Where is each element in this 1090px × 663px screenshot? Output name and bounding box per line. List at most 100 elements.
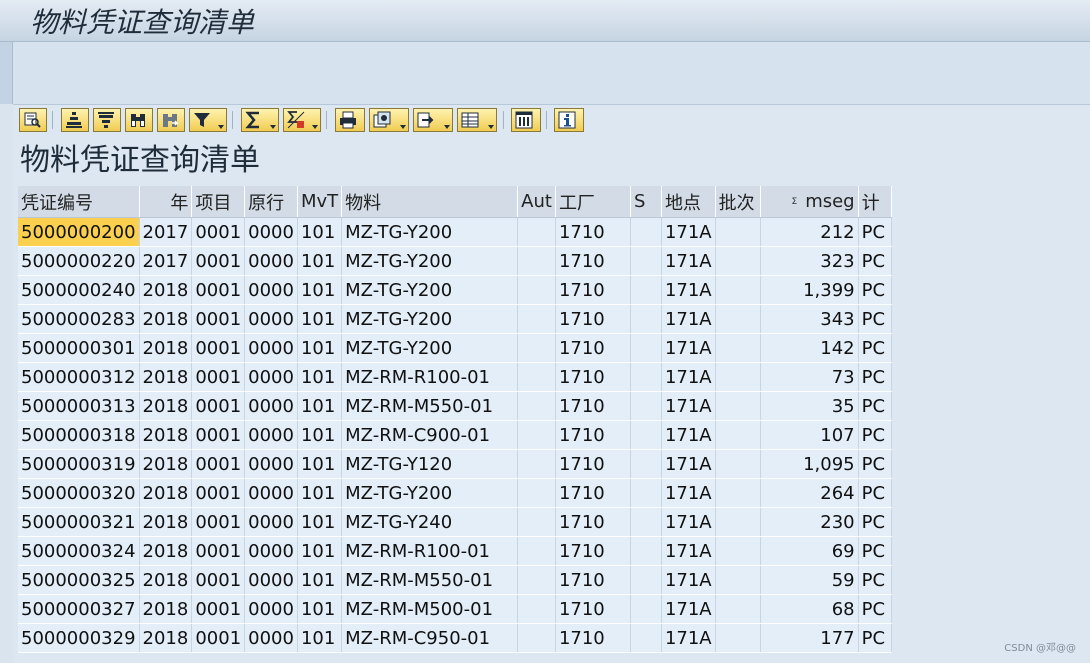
cell-item[interactable]: 0001 [191, 623, 246, 653]
cell-movement-type[interactable]: 101 [297, 565, 343, 595]
cell-original-line[interactable]: 0000 [244, 333, 298, 363]
cell-unit[interactable]: PC [858, 246, 892, 276]
cell-location[interactable]: 171A [661, 594, 716, 624]
table-row[interactable]: 5000000319 2018 0001 0000 101 MZ-TG-Y120 1710 1… [18, 449, 892, 479]
cell-plant[interactable]: 1710 [555, 536, 631, 566]
cell-year[interactable]: 2018 [139, 333, 193, 363]
info-button[interactable] [554, 108, 584, 132]
cell-year[interactable]: 2018 [139, 594, 193, 624]
cell-plant[interactable]: 1710 [555, 362, 631, 392]
details-button[interactable] [19, 108, 47, 132]
cell-material[interactable]: MZ-RM-C950-01 [341, 623, 519, 653]
cell-material[interactable]: MZ-TG-Y200 [341, 333, 519, 363]
cell-batch[interactable] [715, 594, 761, 624]
cell-movement-type[interactable]: 101 [297, 362, 343, 392]
cell-original-line[interactable]: 0000 [244, 623, 298, 653]
cell-original-line[interactable]: 0000 [244, 304, 298, 334]
table-row[interactable]: 5000000200 2017 0001 0000 101 MZ-TG-Y200 1710 1… [18, 217, 892, 247]
cell-year[interactable]: 2018 [139, 275, 193, 305]
cell-unit[interactable]: PC [858, 420, 892, 450]
cell-s[interactable] [630, 594, 662, 624]
table-row[interactable]: 5000000318 2018 0001 0000 101 MZ-RM-C900-01 17… [18, 420, 892, 450]
column-header-document-number[interactable]: 凭证编号 [18, 186, 140, 218]
filter-button[interactable] [189, 108, 227, 132]
cell-plant[interactable]: 1710 [555, 594, 631, 624]
table-row[interactable]: 5000000283 2018 0001 0000 101 MZ-TG-Y200 1710 1… [18, 304, 892, 334]
cell-original-line[interactable]: 0000 [244, 391, 298, 421]
cell-material[interactable]: MZ-TG-Y200 [341, 246, 519, 276]
table-row[interactable]: 5000000325 2018 0001 0000 101 MZ-RM-M550-01 17… [18, 565, 892, 595]
cell-mseg[interactable]: 68 [760, 594, 859, 624]
cell-item[interactable]: 0001 [191, 275, 246, 305]
cell-batch[interactable] [715, 478, 761, 508]
cell-unit[interactable]: PC [858, 565, 892, 595]
column-header-aut[interactable]: Aut [517, 186, 556, 218]
cell-s[interactable] [630, 275, 662, 305]
cell-aut[interactable] [517, 217, 556, 247]
cell-item[interactable]: 0001 [191, 304, 246, 334]
cell-location[interactable]: 171A [661, 333, 716, 363]
cell-item[interactable]: 0001 [191, 594, 246, 624]
cell-aut[interactable] [517, 420, 556, 450]
cell-item[interactable]: 0001 [191, 507, 246, 537]
cell-unit[interactable]: PC [858, 594, 892, 624]
cell-mseg[interactable]: 212 [760, 217, 859, 247]
cell-document-number[interactable]: 5000000313 [18, 391, 140, 421]
layout-button[interactable] [457, 108, 497, 132]
sort-descending-button[interactable] [93, 108, 121, 132]
cell-document-number[interactable]: 5000000321 [18, 507, 140, 537]
cell-location[interactable]: 171A [661, 536, 716, 566]
column-header-original-line[interactable]: 原行 [244, 186, 298, 218]
cell-original-line[interactable]: 0000 [244, 449, 298, 479]
cell-material[interactable]: MZ-TG-Y200 [341, 275, 519, 305]
cell-movement-type[interactable]: 101 [297, 333, 343, 363]
cell-aut[interactable] [517, 478, 556, 508]
cell-movement-type[interactable]: 101 [297, 246, 343, 276]
cell-aut[interactable] [517, 565, 556, 595]
cell-item[interactable]: 0001 [191, 478, 246, 508]
table-row[interactable]: 5000000312 2018 0001 0000 101 MZ-RM-R100-01 17… [18, 362, 892, 392]
cell-s[interactable] [630, 536, 662, 566]
cell-location[interactable]: 171A [661, 449, 716, 479]
cell-batch[interactable] [715, 333, 761, 363]
cell-material[interactable]: MZ-RM-R100-01 [341, 536, 519, 566]
cell-material[interactable]: MZ-TG-Y200 [341, 304, 519, 334]
cell-year[interactable]: 2017 [139, 246, 193, 276]
cell-batch[interactable] [715, 420, 761, 450]
cell-aut[interactable] [517, 391, 556, 421]
cell-original-line[interactable]: 0000 [244, 362, 298, 392]
cell-material[interactable]: MZ-RM-R100-01 [341, 362, 519, 392]
cell-batch[interactable] [715, 217, 761, 247]
cell-item[interactable]: 0001 [191, 246, 246, 276]
cell-mseg[interactable]: 1,095 [760, 449, 859, 479]
cell-original-line[interactable]: 0000 [244, 217, 298, 247]
cell-item[interactable]: 0001 [191, 362, 246, 392]
cell-plant[interactable]: 1710 [555, 304, 631, 334]
table-row[interactable]: 5000000324 2018 0001 0000 101 MZ-RM-R100-01 17… [18, 536, 892, 566]
cell-batch[interactable] [715, 275, 761, 305]
cell-item[interactable]: 0001 [191, 217, 246, 247]
cell-original-line[interactable]: 0000 [244, 536, 298, 566]
cell-movement-type[interactable]: 101 [297, 391, 343, 421]
cell-s[interactable] [630, 507, 662, 537]
cell-location[interactable]: 171A [661, 420, 716, 450]
cell-year[interactable]: 2018 [139, 565, 193, 595]
cell-year[interactable]: 2018 [139, 536, 193, 566]
cell-original-line[interactable]: 0000 [244, 594, 298, 624]
cell-s[interactable] [630, 478, 662, 508]
cell-mseg[interactable]: 107 [760, 420, 859, 450]
cell-document-number[interactable]: 5000000200 [18, 217, 140, 247]
cell-original-line[interactable]: 0000 [244, 275, 298, 305]
cell-location[interactable]: 171A [661, 217, 716, 247]
cell-aut[interactable] [517, 304, 556, 334]
cell-mseg[interactable]: 343 [760, 304, 859, 334]
cell-aut[interactable] [517, 333, 556, 363]
cell-movement-type[interactable]: 101 [297, 217, 343, 247]
cell-document-number[interactable]: 5000000325 [18, 565, 140, 595]
column-header-mseg[interactable]: Σmseg [760, 186, 859, 218]
cell-s[interactable] [630, 246, 662, 276]
cell-material[interactable]: MZ-RM-M500-01 [341, 594, 519, 624]
cell-year[interactable]: 2017 [139, 217, 193, 247]
cell-plant[interactable]: 1710 [555, 217, 631, 247]
cell-aut[interactable] [517, 246, 556, 276]
